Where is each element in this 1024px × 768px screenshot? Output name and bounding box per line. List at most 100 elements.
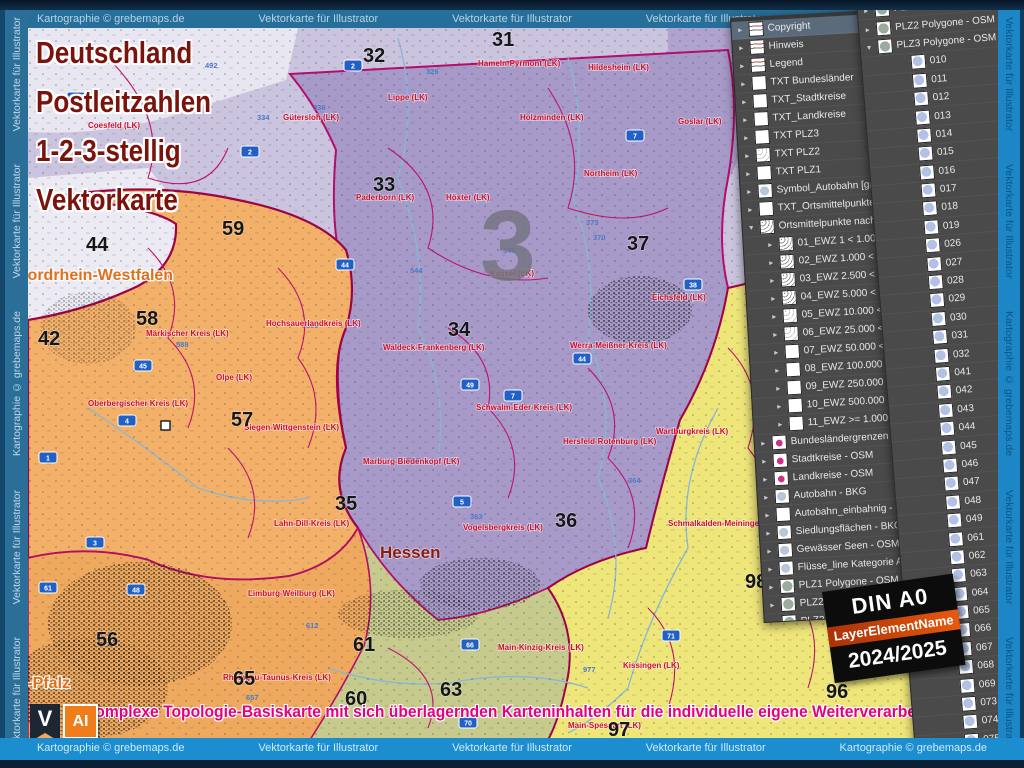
layer-thumbnail[interactable] [787,398,803,414]
layer-thumbnail[interactable] [915,109,931,125]
layer-thumbnail[interactable] [941,439,957,455]
chevron-right-icon[interactable] [937,558,946,559]
chevron-right-icon[interactable] [912,246,921,247]
layer-thumbnail[interactable] [778,236,794,252]
layer-thumbnail[interactable] [918,146,934,162]
layer-thumbnail[interactable] [749,39,765,55]
chevron-right-icon[interactable] [911,228,920,229]
layer-thumbnail[interactable] [759,219,775,235]
layer-thumbnail[interactable] [936,384,952,400]
chevron-right-icon[interactable]: ▸ [766,564,775,573]
layer-thumbnail[interactable] [786,380,802,396]
layer-thumbnail[interactable] [935,366,951,382]
chevron-right-icon[interactable]: ▸ [771,348,780,357]
chevron-right-icon[interactable]: ▸ [768,600,777,609]
chevron-right-icon[interactable] [950,723,959,724]
layer-thumbnail[interactable] [771,435,787,451]
layer-thumbnail[interactable] [779,254,795,270]
layer-thumbnail[interactable] [775,506,791,522]
layer-thumbnail[interactable] [932,329,948,345]
layer-thumbnail[interactable] [931,311,947,327]
chevron-right-icon[interactable]: ▸ [768,294,777,303]
chevron-right-icon[interactable]: ▸ [770,330,779,339]
layer-thumbnail[interactable] [949,549,965,565]
layer-thumbnail[interactable] [933,347,949,363]
chevron-right-icon[interactable]: ▸ [745,205,754,214]
chevron-right-icon[interactable]: ▸ [773,366,782,375]
layer-thumbnail[interactable] [777,542,793,558]
chevron-right-icon[interactable]: ▸ [738,79,747,88]
layer-thumbnail[interactable] [778,560,794,576]
chevron-right-icon[interactable] [923,375,932,376]
chevron-right-icon[interactable] [920,338,929,339]
layer-thumbnail[interactable] [780,596,796,612]
chevron-right-icon[interactable]: ▸ [767,276,776,285]
chevron-right-icon[interactable]: ▸ [744,187,753,196]
layer-thumbnail[interactable] [757,183,773,199]
chevron-right-icon[interactable]: ▸ [741,133,750,142]
chevron-right-icon[interactable]: ▸ [765,546,774,555]
chevron-right-icon[interactable] [927,430,936,431]
chevron-right-icon[interactable] [948,705,957,706]
chevron-right-icon[interactable]: ▸ [766,258,775,267]
layer-thumbnail[interactable] [939,421,955,437]
chevron-right-icon[interactable]: ▸ [737,61,746,70]
chevron-down-icon[interactable]: ▾ [746,223,755,232]
chevron-right-icon[interactable]: ▸ [761,475,770,484]
layer-thumbnail[interactable] [774,488,790,504]
chevron-right-icon[interactable]: ▸ [735,25,744,34]
chevron-right-icon[interactable]: ▸ [774,384,783,393]
chevron-right-icon[interactable]: ▸ [736,43,745,52]
layer-thumbnail[interactable] [913,91,929,107]
chevron-right-icon[interactable]: ▸ [740,115,749,124]
layer-thumbnail[interactable] [919,164,935,180]
chevron-right-icon[interactable]: ▸ [775,402,784,411]
chevron-right-icon[interactable] [904,136,913,137]
layer-thumbnail[interactable] [912,72,928,88]
chevron-right-icon[interactable] [914,265,923,266]
layer-thumbnail[interactable] [772,452,788,468]
chevron-right-icon[interactable] [925,411,934,412]
layer-thumbnail[interactable] [944,476,960,492]
chevron-right-icon[interactable] [946,668,955,669]
chevron-right-icon[interactable]: ▸ [739,97,748,106]
layer-thumbnail[interactable] [755,147,771,163]
layer-thumbnail[interactable] [929,292,945,308]
chevron-right-icon[interactable] [933,503,942,504]
chevron-right-icon[interactable]: ▸ [743,169,752,178]
layer-thumbnail[interactable] [926,256,942,272]
selection-handle[interactable] [161,421,170,430]
layer-thumbnail[interactable] [948,531,964,547]
chevron-right-icon[interactable]: ▸ [764,528,773,537]
layer-thumbnail[interactable] [779,578,795,594]
chevron-right-icon[interactable] [935,540,944,541]
chevron-right-icon[interactable] [931,485,940,486]
chevron-right-icon[interactable] [915,283,924,284]
chevron-right-icon[interactable]: ▸ [863,24,873,34]
chevron-right-icon[interactable]: ▸ [769,618,778,623]
chevron-right-icon[interactable] [908,191,917,192]
layer-thumbnail[interactable] [920,182,936,198]
layer-thumbnail[interactable] [750,57,766,73]
chevron-right-icon[interactable] [947,686,956,687]
layer-thumbnail[interactable] [946,512,962,528]
layer-thumbnail[interactable] [751,75,767,91]
layer-thumbnail[interactable] [752,93,768,109]
chevron-right-icon[interactable] [899,81,908,82]
layer-thumbnail[interactable] [961,696,977,712]
chevron-right-icon[interactable]: ▸ [767,582,776,591]
chevron-right-icon[interactable] [901,100,910,101]
chevron-right-icon[interactable] [934,521,943,522]
layer-thumbnail[interactable] [877,38,893,54]
chevron-right-icon[interactable] [907,173,916,174]
layer-thumbnail[interactable] [756,165,772,181]
chevron-right-icon[interactable] [902,118,911,119]
chevron-right-icon[interactable] [918,320,927,321]
layer-thumbnail[interactable] [922,201,938,217]
layer-thumbnail[interactable] [876,20,892,36]
layer-thumbnail[interactable] [942,457,958,473]
chevron-down-icon[interactable]: ▾ [864,43,874,53]
layer-thumbnail[interactable] [928,274,944,290]
chevron-right-icon[interactable] [924,393,933,394]
layer-thumbnail[interactable] [788,416,804,432]
